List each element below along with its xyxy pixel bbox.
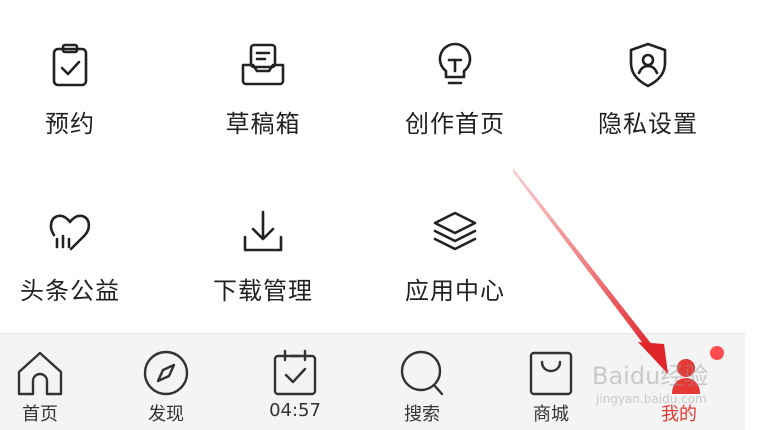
tab-search[interactable]: 搜索	[367, 334, 477, 430]
search-icon	[397, 348, 447, 398]
clipboard-check-icon	[45, 40, 95, 90]
watermark-url: jingyan.baidu.com	[596, 392, 707, 406]
watermark-logo: Baidu经验	[592, 362, 709, 390]
grid-item-label: 隐私设置	[598, 110, 698, 138]
grid-item-creator-home[interactable]: 创作首页	[380, 40, 530, 139]
drafts-tray-icon	[238, 40, 288, 90]
grid-item-label: 预约	[45, 110, 95, 138]
tab-label: 首页	[22, 404, 58, 425]
download-icon	[238, 207, 288, 257]
grid-item-label: 头条公益	[20, 277, 120, 305]
right-edge-strip	[745, 0, 774, 430]
grid-item-label: 创作首页	[405, 110, 505, 138]
grid-item-download-manager[interactable]: 下载管理	[188, 207, 338, 306]
grid-item-label: 草稿箱	[225, 110, 301, 138]
shield-user-icon	[623, 40, 673, 90]
grid-item-charity[interactable]: 头条公益	[0, 207, 145, 306]
grid-item-reservation[interactable]: 预约	[0, 40, 145, 139]
tab-calendar[interactable]: 04:57	[240, 334, 350, 430]
grid-item-privacy-settings[interactable]: 隐私设置	[573, 40, 723, 139]
layers-icon	[430, 207, 480, 257]
tab-discover[interactable]: 发现	[111, 334, 221, 430]
compass-icon	[141, 348, 191, 398]
grid-item-app-center[interactable]: 应用中心	[380, 207, 530, 306]
tab-label: 搜索	[404, 404, 440, 425]
tab-mall[interactable]: 商城	[496, 334, 606, 430]
tab-label: 发现	[148, 404, 184, 425]
heart-charity-icon	[45, 207, 95, 257]
calendar-check-icon	[270, 348, 320, 398]
grid-item-drafts[interactable]: 草稿箱	[188, 40, 338, 139]
tab-home[interactable]: 首页	[0, 334, 95, 430]
grid-item-label: 应用中心	[405, 277, 505, 305]
tab-label: 04:57	[269, 400, 321, 421]
notification-dot	[710, 346, 724, 360]
tab-label: 商城	[533, 404, 569, 425]
feature-grid: 预约 草稿箱 创作首页 隐私设置 头条公益 下载管理 应用中心	[0, 0, 745, 333]
shopping-bag-icon	[526, 348, 576, 398]
lightbulb-icon	[430, 40, 480, 90]
grid-item-label: 下载管理	[213, 277, 313, 305]
home-icon	[15, 348, 65, 398]
